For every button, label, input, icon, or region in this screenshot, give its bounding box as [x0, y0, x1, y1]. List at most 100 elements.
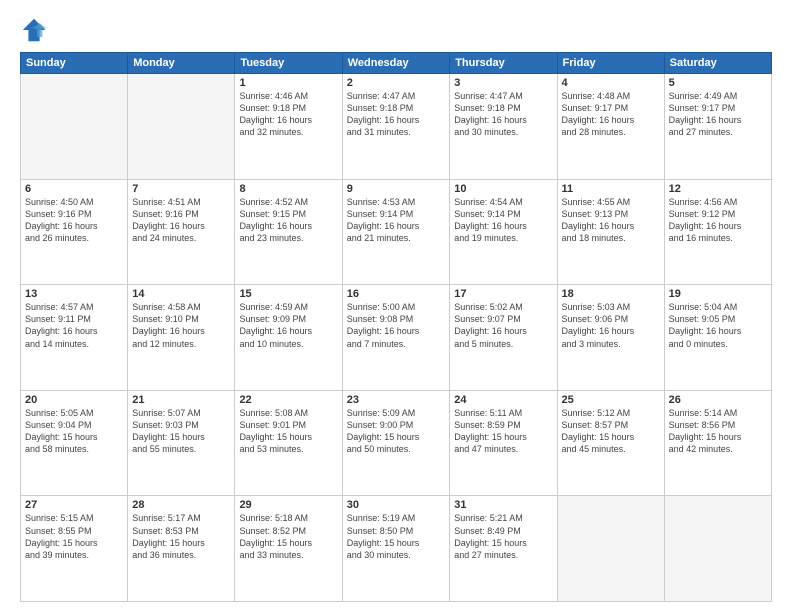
day-info: Sunrise: 5:05 AM Sunset: 9:04 PM Dayligh…: [25, 407, 123, 456]
day-info: Sunrise: 4:54 AM Sunset: 9:14 PM Dayligh…: [454, 196, 552, 245]
day-number: 4: [562, 77, 660, 89]
day-number: 17: [454, 288, 552, 300]
day-header-wednesday: Wednesday: [342, 53, 450, 74]
day-info: Sunrise: 5:15 AM Sunset: 8:55 PM Dayligh…: [25, 512, 123, 561]
calendar-cell: 1Sunrise: 4:46 AM Sunset: 9:18 PM Daylig…: [235, 74, 342, 180]
day-number: 24: [454, 394, 552, 406]
calendar-cell: 5Sunrise: 4:49 AM Sunset: 9:17 PM Daylig…: [664, 74, 771, 180]
calendar-cell: 15Sunrise: 4:59 AM Sunset: 9:09 PM Dayli…: [235, 285, 342, 391]
day-number: 13: [25, 288, 123, 300]
day-number: 21: [132, 394, 230, 406]
header: [20, 16, 772, 44]
day-number: 16: [347, 288, 446, 300]
day-info: Sunrise: 5:18 AM Sunset: 8:52 PM Dayligh…: [239, 512, 337, 561]
calendar-cell: 16Sunrise: 5:00 AM Sunset: 9:08 PM Dayli…: [342, 285, 450, 391]
day-info: Sunrise: 4:49 AM Sunset: 9:17 PM Dayligh…: [669, 90, 767, 139]
week-row-4: 27Sunrise: 5:15 AM Sunset: 8:55 PM Dayli…: [21, 496, 772, 602]
day-info: Sunrise: 5:04 AM Sunset: 9:05 PM Dayligh…: [669, 301, 767, 350]
day-number: 23: [347, 394, 446, 406]
day-number: 20: [25, 394, 123, 406]
calendar-cell: 6Sunrise: 4:50 AM Sunset: 9:16 PM Daylig…: [21, 179, 128, 285]
day-number: 30: [347, 499, 446, 511]
calendar-cell: 9Sunrise: 4:53 AM Sunset: 9:14 PM Daylig…: [342, 179, 450, 285]
calendar-cell: 13Sunrise: 4:57 AM Sunset: 9:11 PM Dayli…: [21, 285, 128, 391]
day-info: Sunrise: 5:19 AM Sunset: 8:50 PM Dayligh…: [347, 512, 446, 561]
day-info: Sunrise: 5:08 AM Sunset: 9:01 PM Dayligh…: [239, 407, 337, 456]
day-info: Sunrise: 5:17 AM Sunset: 8:53 PM Dayligh…: [132, 512, 230, 561]
day-info: Sunrise: 5:03 AM Sunset: 9:06 PM Dayligh…: [562, 301, 660, 350]
day-number: 31: [454, 499, 552, 511]
day-number: 26: [669, 394, 767, 406]
day-info: Sunrise: 5:12 AM Sunset: 8:57 PM Dayligh…: [562, 407, 660, 456]
day-number: 19: [669, 288, 767, 300]
day-info: Sunrise: 4:47 AM Sunset: 9:18 PM Dayligh…: [454, 90, 552, 139]
day-info: Sunrise: 4:58 AM Sunset: 9:10 PM Dayligh…: [132, 301, 230, 350]
calendar-cell: 24Sunrise: 5:11 AM Sunset: 8:59 PM Dayli…: [450, 390, 557, 496]
calendar-cell: 12Sunrise: 4:56 AM Sunset: 9:12 PM Dayli…: [664, 179, 771, 285]
day-header-saturday: Saturday: [664, 53, 771, 74]
day-number: 14: [132, 288, 230, 300]
calendar-cell: [557, 496, 664, 602]
day-number: 7: [132, 183, 230, 195]
day-number: 11: [562, 183, 660, 195]
day-header-monday: Monday: [128, 53, 235, 74]
calendar: SundayMondayTuesdayWednesdayThursdayFrid…: [20, 52, 772, 602]
day-info: Sunrise: 5:02 AM Sunset: 9:07 PM Dayligh…: [454, 301, 552, 350]
calendar-header-row: SundayMondayTuesdayWednesdayThursdayFrid…: [21, 53, 772, 74]
day-number: 2: [347, 77, 446, 89]
day-info: Sunrise: 5:09 AM Sunset: 9:00 PM Dayligh…: [347, 407, 446, 456]
day-info: Sunrise: 4:47 AM Sunset: 9:18 PM Dayligh…: [347, 90, 446, 139]
calendar-cell: 23Sunrise: 5:09 AM Sunset: 9:00 PM Dayli…: [342, 390, 450, 496]
calendar-cell: 30Sunrise: 5:19 AM Sunset: 8:50 PM Dayli…: [342, 496, 450, 602]
day-number: 5: [669, 77, 767, 89]
day-header-friday: Friday: [557, 53, 664, 74]
day-number: 10: [454, 183, 552, 195]
day-number: 8: [239, 183, 337, 195]
calendar-cell: 8Sunrise: 4:52 AM Sunset: 9:15 PM Daylig…: [235, 179, 342, 285]
day-number: 9: [347, 183, 446, 195]
day-number: 22: [239, 394, 337, 406]
day-info: Sunrise: 4:52 AM Sunset: 9:15 PM Dayligh…: [239, 196, 337, 245]
day-info: Sunrise: 4:48 AM Sunset: 9:17 PM Dayligh…: [562, 90, 660, 139]
calendar-cell: 10Sunrise: 4:54 AM Sunset: 9:14 PM Dayli…: [450, 179, 557, 285]
calendar-cell: 14Sunrise: 4:58 AM Sunset: 9:10 PM Dayli…: [128, 285, 235, 391]
day-number: 6: [25, 183, 123, 195]
calendar-cell: 2Sunrise: 4:47 AM Sunset: 9:18 PM Daylig…: [342, 74, 450, 180]
calendar-cell: 28Sunrise: 5:17 AM Sunset: 8:53 PM Dayli…: [128, 496, 235, 602]
logo-icon: [20, 16, 48, 44]
day-header-sunday: Sunday: [21, 53, 128, 74]
day-info: Sunrise: 5:21 AM Sunset: 8:49 PM Dayligh…: [454, 512, 552, 561]
day-info: Sunrise: 5:14 AM Sunset: 8:56 PM Dayligh…: [669, 407, 767, 456]
day-number: 12: [669, 183, 767, 195]
calendar-cell: 21Sunrise: 5:07 AM Sunset: 9:03 PM Dayli…: [128, 390, 235, 496]
calendar-cell: 26Sunrise: 5:14 AM Sunset: 8:56 PM Dayli…: [664, 390, 771, 496]
day-number: 1: [239, 77, 337, 89]
day-info: Sunrise: 5:07 AM Sunset: 9:03 PM Dayligh…: [132, 407, 230, 456]
calendar-cell: 19Sunrise: 5:04 AM Sunset: 9:05 PM Dayli…: [664, 285, 771, 391]
calendar-cell: 22Sunrise: 5:08 AM Sunset: 9:01 PM Dayli…: [235, 390, 342, 496]
day-info: Sunrise: 4:50 AM Sunset: 9:16 PM Dayligh…: [25, 196, 123, 245]
day-info: Sunrise: 5:11 AM Sunset: 8:59 PM Dayligh…: [454, 407, 552, 456]
week-row-0: 1Sunrise: 4:46 AM Sunset: 9:18 PM Daylig…: [21, 74, 772, 180]
day-info: Sunrise: 4:59 AM Sunset: 9:09 PM Dayligh…: [239, 301, 337, 350]
calendar-cell: 18Sunrise: 5:03 AM Sunset: 9:06 PM Dayli…: [557, 285, 664, 391]
day-header-thursday: Thursday: [450, 53, 557, 74]
day-number: 18: [562, 288, 660, 300]
day-info: Sunrise: 4:51 AM Sunset: 9:16 PM Dayligh…: [132, 196, 230, 245]
week-row-2: 13Sunrise: 4:57 AM Sunset: 9:11 PM Dayli…: [21, 285, 772, 391]
week-row-1: 6Sunrise: 4:50 AM Sunset: 9:16 PM Daylig…: [21, 179, 772, 285]
calendar-cell: [128, 74, 235, 180]
calendar-cell: [664, 496, 771, 602]
day-number: 29: [239, 499, 337, 511]
calendar-cell: 25Sunrise: 5:12 AM Sunset: 8:57 PM Dayli…: [557, 390, 664, 496]
week-row-3: 20Sunrise: 5:05 AM Sunset: 9:04 PM Dayli…: [21, 390, 772, 496]
day-number: 15: [239, 288, 337, 300]
day-info: Sunrise: 4:53 AM Sunset: 9:14 PM Dayligh…: [347, 196, 446, 245]
calendar-cell: 7Sunrise: 4:51 AM Sunset: 9:16 PM Daylig…: [128, 179, 235, 285]
page: SundayMondayTuesdayWednesdayThursdayFrid…: [0, 0, 792, 612]
day-number: 3: [454, 77, 552, 89]
calendar-cell: 20Sunrise: 5:05 AM Sunset: 9:04 PM Dayli…: [21, 390, 128, 496]
day-info: Sunrise: 4:57 AM Sunset: 9:11 PM Dayligh…: [25, 301, 123, 350]
day-number: 27: [25, 499, 123, 511]
day-info: Sunrise: 4:55 AM Sunset: 9:13 PM Dayligh…: [562, 196, 660, 245]
